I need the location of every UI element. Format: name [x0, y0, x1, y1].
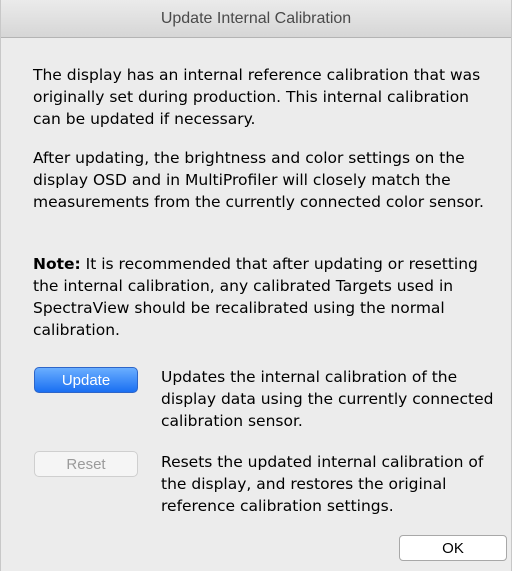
note-label: Note:: [33, 255, 81, 273]
reset-button[interactable]: Reset: [34, 451, 138, 477]
update-button[interactable]: Update: [34, 367, 138, 393]
note-paragraph: Note: It is recommended that after updat…: [33, 253, 489, 341]
note-text: It is recommended that after updating or…: [33, 255, 478, 339]
window-title: Update Internal Calibration: [1, 0, 511, 38]
ok-button[interactable]: OK: [399, 535, 507, 561]
intro-paragraph: The display has an internal reference ca…: [33, 66, 481, 128]
reset-description: Resets the updated internal calibration …: [161, 453, 484, 515]
calibration-dialog: Update Internal Calibration The display …: [0, 0, 512, 571]
update-effect-paragraph: After updating, the brightness and color…: [33, 149, 484, 211]
update-description: Updates the internal calibration of the …: [161, 368, 494, 430]
